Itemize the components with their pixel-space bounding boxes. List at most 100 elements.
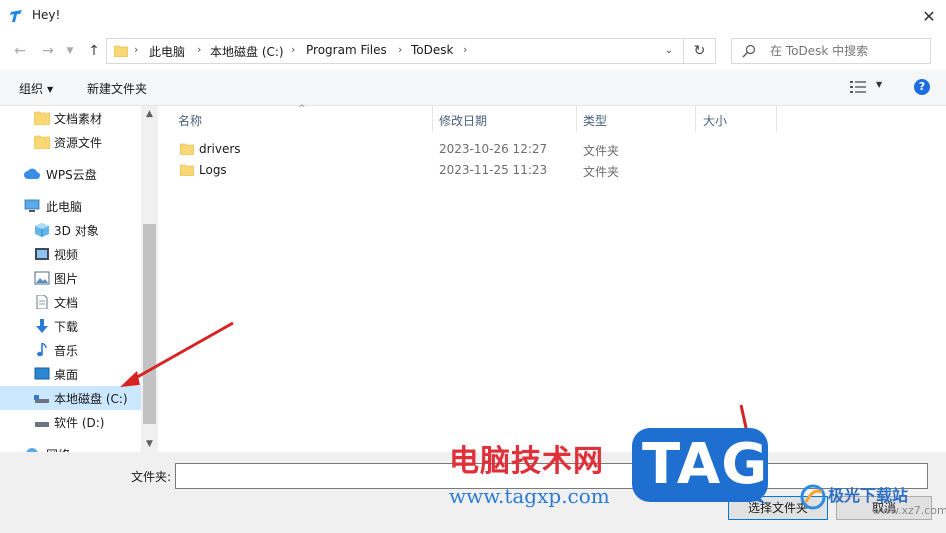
window-title: Hey! xyxy=(32,8,61,22)
nav-item-documents[interactable]: 文档 xyxy=(0,290,141,314)
watermark-text: 电脑技术网 xyxy=(449,444,604,479)
folder-icon xyxy=(34,135,50,149)
navigation-pane: 文档素材 资源文件 WPS云盘 此电脑 3D 对象 视频 图片 文档 下载 音乐… xyxy=(0,106,158,452)
back-button[interactable]: ← xyxy=(10,41,30,61)
new-folder-button[interactable]: 新建文件夹 xyxy=(87,80,147,97)
arrow-left-icon: ← xyxy=(14,43,26,59)
music-icon xyxy=(37,343,47,357)
organize-label: 组织 xyxy=(19,82,44,96)
folder-icon xyxy=(114,45,128,57)
file-row-drivers[interactable]: drivers 2023-10-26 12:27 文件夹 xyxy=(174,139,934,161)
folder-icon xyxy=(180,143,194,155)
refresh-icon: ↻ xyxy=(693,43,706,59)
refresh-button[interactable]: ↻ xyxy=(684,38,716,64)
breadcrumb-separator: › xyxy=(291,43,296,56)
nav-item-music[interactable]: 音乐 xyxy=(0,338,141,362)
forward-button[interactable]: → xyxy=(38,41,58,61)
column-divider[interactable] xyxy=(776,106,777,132)
watermark-tag-text: TAG xyxy=(642,432,769,497)
nav-item-label: 资源文件 xyxy=(54,136,103,150)
recent-locations-button[interactable]: ▼ xyxy=(60,41,80,61)
nav-item-label: 图片 xyxy=(54,272,79,286)
help-button[interactable]: ? xyxy=(914,79,930,95)
breadcrumb-separator: › xyxy=(463,43,468,56)
column-header-date[interactable]: 修改日期 xyxy=(439,106,487,132)
folder-icon xyxy=(34,111,50,125)
breadcrumb-local-disk-c[interactable]: 本地磁盘 (C:) xyxy=(210,43,284,60)
sort-ascending-icon: ^ xyxy=(298,104,306,114)
breadcrumb-separator: › xyxy=(197,43,202,56)
nav-item-network[interactable]: 网络 xyxy=(0,442,141,452)
file-name: Logs xyxy=(199,163,227,177)
search-box[interactable] xyxy=(731,38,931,64)
column-divider[interactable] xyxy=(695,106,696,132)
search-input[interactable] xyxy=(770,43,920,59)
scroll-down-icon[interactable]: ▼ xyxy=(141,436,158,452)
file-name: drivers xyxy=(199,142,241,156)
column-header-type[interactable]: 类型 xyxy=(583,106,607,132)
nav-item-videos[interactable]: 视频 xyxy=(0,242,141,266)
nav-item-label: 3D 对象 xyxy=(54,224,99,238)
todesk-app-icon xyxy=(10,10,22,22)
file-list: ^ 名称 修改日期 类型 大小 drivers 2023-10-26 12:27… xyxy=(158,104,946,452)
chevron-down-icon: ▼ xyxy=(47,85,54,94)
address-bar[interactable]: › 此电脑 › 本地磁盘 (C:) › Program Files › ToDe… xyxy=(106,38,684,64)
nav-item-label: WPS云盘 xyxy=(46,168,97,182)
column-divider[interactable] xyxy=(432,106,433,132)
nav-item-wps-cloud[interactable]: WPS云盘 xyxy=(0,162,141,186)
nav-item-3d-objects[interactable]: 3D 对象 xyxy=(0,218,141,242)
column-header-name[interactable]: 名称 xyxy=(178,106,202,132)
organize-button[interactable]: 组织 ▼ xyxy=(19,80,53,97)
file-date: 2023-10-26 12:27 xyxy=(439,142,548,156)
nav-item-software-d[interactable]: 软件 (D:) xyxy=(0,410,141,434)
title-bar: Hey! ✕ xyxy=(0,0,946,32)
nav-item-label: 视频 xyxy=(54,248,79,262)
nav-item-downloads[interactable]: 下载 xyxy=(0,314,141,338)
nav-scrollbar[interactable]: ▲ ▼ xyxy=(141,106,158,452)
nav-item-label: 音乐 xyxy=(54,344,79,358)
cloud-icon xyxy=(24,168,40,180)
up-button[interactable]: ↑ xyxy=(84,41,104,61)
nav-item-local-disk-c[interactable]: 本地磁盘 (C:) xyxy=(0,386,141,410)
nav-item-this-pc[interactable]: 此电脑 xyxy=(0,194,141,218)
address-dropdown-icon[interactable]: ⌄ xyxy=(662,45,676,59)
change-view-button[interactable]: ▼ xyxy=(850,80,888,96)
nav-scrollbar-thumb[interactable] xyxy=(143,224,156,424)
breadcrumb-separator: › xyxy=(134,43,139,56)
pictures-icon xyxy=(34,271,50,285)
nav-item-documents-material[interactable]: 文档素材 xyxy=(0,106,141,130)
breadcrumb-separator: › xyxy=(398,43,403,56)
nav-item-resource-files[interactable]: 资源文件 xyxy=(0,130,141,154)
nav-item-label: 下载 xyxy=(54,320,79,334)
command-bar: 组织 ▼ 新建文件夹 ▼ ? xyxy=(0,70,946,106)
nav-item-desktop[interactable]: 桌面 xyxy=(0,362,141,386)
drive-icon xyxy=(35,422,49,427)
nav-item-pictures[interactable]: 图片 xyxy=(0,266,141,290)
watermark-site-name: 极光下载站 xyxy=(828,486,909,505)
file-type: 文件夹 xyxy=(583,144,620,158)
breadcrumb-todesk[interactable]: ToDesk xyxy=(411,43,453,57)
scroll-up-icon[interactable]: ▲ xyxy=(141,106,158,122)
documents-icon xyxy=(36,295,48,309)
close-button[interactable]: ✕ xyxy=(912,0,946,32)
chevron-down-icon: ▼ xyxy=(66,46,74,56)
breadcrumb-this-pc[interactable]: 此电脑 xyxy=(149,43,185,60)
column-divider[interactable] xyxy=(576,106,577,132)
address-row: ← → ▼ ↑ › 此电脑 › 本地磁盘 (C:) › Program File… xyxy=(0,32,946,70)
file-date: 2023-11-25 11:23 xyxy=(439,163,548,177)
breadcrumb-program-files[interactable]: Program Files xyxy=(306,43,387,57)
desktop-icon xyxy=(34,367,50,380)
watermark-url: www.tagxp.com xyxy=(449,484,610,508)
3d-objects-icon xyxy=(35,223,49,237)
watermark-site-logo: 极光下载站 www.xz7.com xyxy=(800,480,946,528)
watermark-site-url: www.xz7.com xyxy=(872,504,946,517)
computer-icon xyxy=(24,199,40,212)
file-row-logs[interactable]: Logs 2023-11-25 11:23 文件夹 xyxy=(174,160,934,182)
column-header-size[interactable]: 大小 xyxy=(703,106,727,132)
search-icon xyxy=(742,44,756,58)
video-icon xyxy=(35,248,49,260)
help-icon: ? xyxy=(918,80,926,93)
chevron-down-icon: ▼ xyxy=(876,80,883,89)
nav-item-label: 本地磁盘 (C:) xyxy=(54,392,128,406)
nav-item-label: 此电脑 xyxy=(46,200,83,214)
